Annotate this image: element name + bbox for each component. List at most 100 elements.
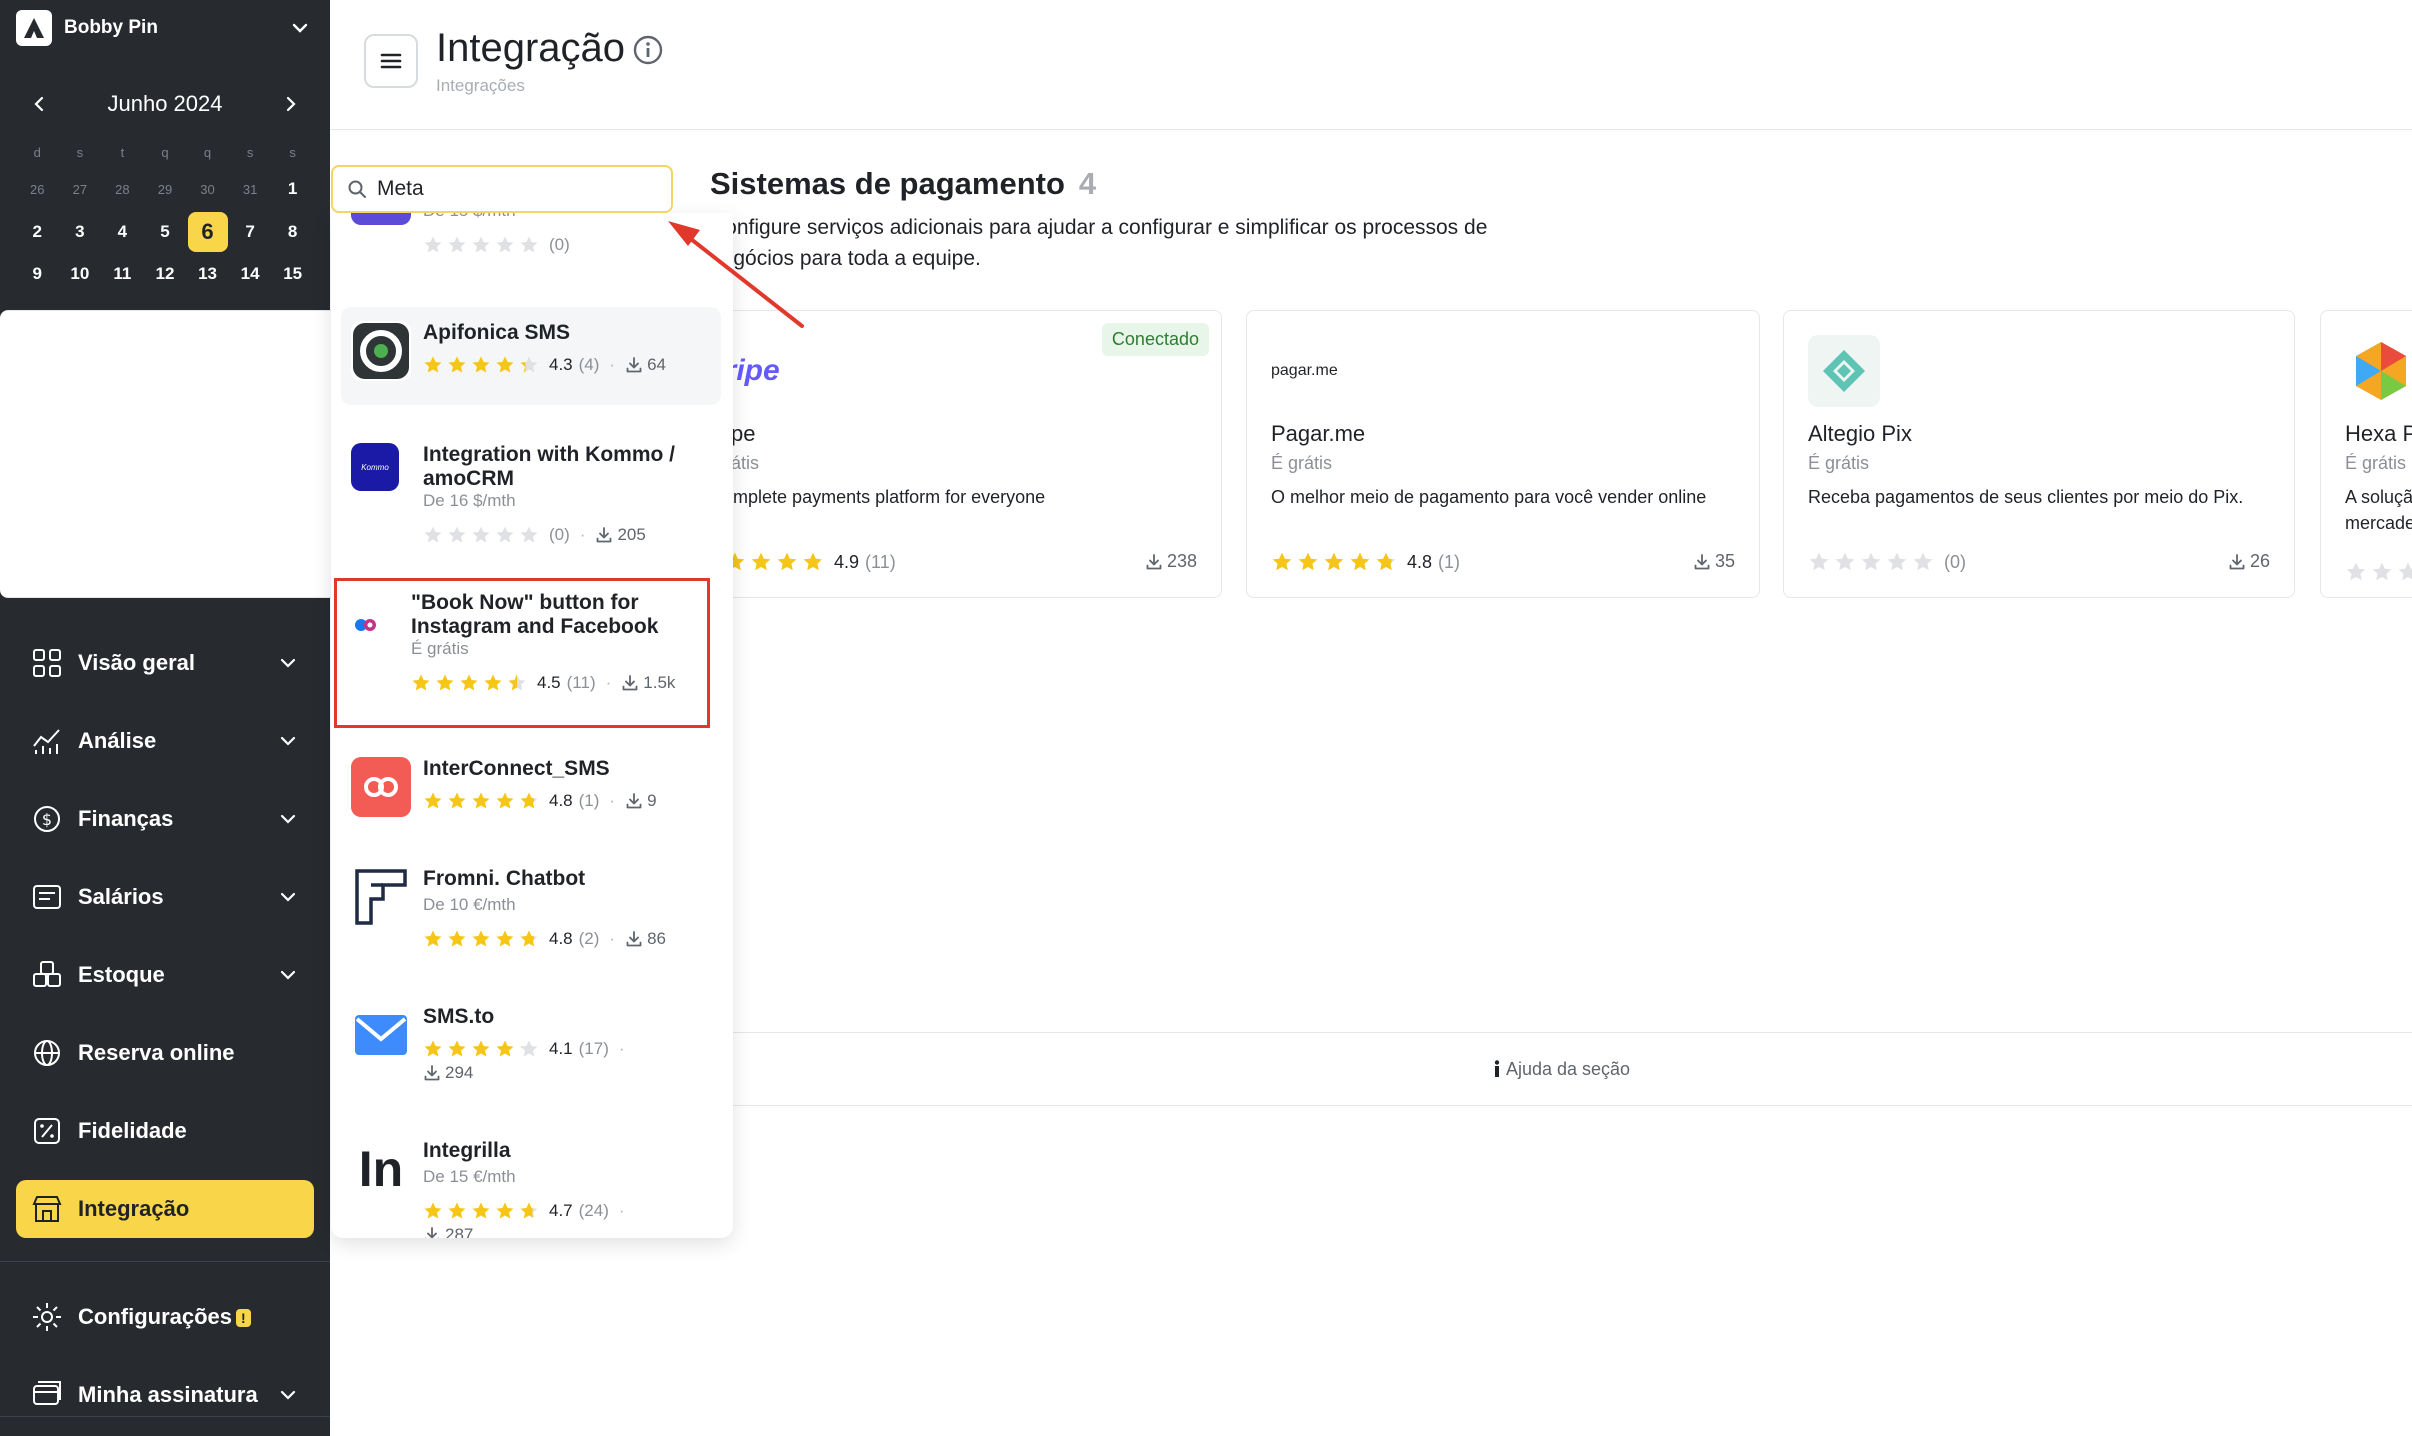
card-rating: (0) bbox=[1808, 551, 1966, 573]
rating-value: 4.3 bbox=[549, 355, 573, 374]
sidebar-item-globe[interactable]: Reserva online bbox=[16, 1024, 314, 1082]
calendar-day[interactable]: 3 bbox=[59, 222, 102, 242]
star-icon bbox=[508, 674, 526, 691]
sidebar-item-label: Reserva online bbox=[78, 1040, 235, 1065]
download-icon bbox=[1146, 553, 1162, 569]
calendar-day[interactable]: 8 bbox=[271, 222, 314, 242]
brand-switcher[interactable]: Bobby Pin bbox=[16, 10, 314, 46]
integration-card[interactable]: pagar.me Pagar.me É grátis O melhor meio de… bbox=[1246, 310, 1760, 598]
search-result-item[interactable]: "Book Now" button for Instagram and Face… bbox=[341, 577, 721, 717]
section-help-link[interactable]: Ajuda da seção bbox=[710, 1032, 2412, 1106]
breadcrumb: Integrações bbox=[436, 76, 525, 95]
card-price: É grátis bbox=[1808, 453, 1870, 473]
search-result-item[interactable]: Fromni. Chatbot De 10 €/mth 4.8 (2) · 86 bbox=[341, 853, 721, 973]
star-icon bbox=[496, 526, 514, 543]
search-result-item[interactable]: De 15 $/mth (0) bbox=[341, 213, 721, 313]
star-icon bbox=[472, 930, 490, 947]
star-icon bbox=[520, 356, 538, 373]
calendar-day[interactable]: 11 bbox=[101, 264, 144, 284]
svg-text:$: $ bbox=[42, 810, 52, 829]
star-icon bbox=[472, 1202, 490, 1219]
calendar-next-button[interactable] bbox=[270, 84, 310, 124]
calendar-day[interactable]: 5 bbox=[144, 222, 187, 242]
rating-value: 4.9 bbox=[834, 551, 860, 572]
sidebar-item-gear[interactable]: Configurações! bbox=[16, 1288, 314, 1346]
calendar-day[interactable]: 7 bbox=[229, 222, 272, 242]
calendar-day[interactable]: 12 bbox=[144, 264, 187, 284]
search-result-item[interactable]: SMS.to 4.1 (17) · 294 bbox=[341, 991, 721, 1111]
rating-count: (2) bbox=[578, 929, 600, 948]
rating-stars bbox=[2345, 561, 2412, 583]
search-result-item[interactable]: Kommo Integration with Kommo / amoCRM De 1… bbox=[341, 429, 721, 549]
star-icon bbox=[484, 674, 502, 691]
star-icon bbox=[496, 1202, 514, 1219]
calendar-day[interactable]: 15 bbox=[271, 264, 314, 284]
connected-badge: Conectado bbox=[1101, 323, 1209, 356]
apifonica-logo-icon bbox=[351, 321, 411, 381]
calendar-day-today[interactable]: 6 bbox=[186, 211, 229, 252]
page-header: Integração Integrações bbox=[330, 0, 2412, 130]
gear-icon bbox=[30, 1300, 64, 1334]
star-icon bbox=[472, 356, 490, 373]
result-name: "Book Now" button for Instagram and Face… bbox=[411, 591, 659, 638]
calendar-day[interactable]: 31 bbox=[229, 182, 272, 197]
sidebar-item-wallet[interactable]: Salários bbox=[16, 868, 314, 926]
result-price: De 16 $/mth bbox=[423, 491, 516, 510]
card-downloads: 26 bbox=[2228, 551, 2270, 572]
calendar-day[interactable]: 26 bbox=[16, 182, 59, 197]
sidebar-item-percent[interactable]: Fidelidade bbox=[16, 1102, 314, 1160]
calendar-day[interactable]: 13 bbox=[186, 264, 229, 284]
integration-card[interactable]: Hexa P É grátis A soluçã mercade bbox=[2320, 310, 2412, 598]
star-icon bbox=[472, 792, 490, 809]
chevron-right-icon bbox=[286, 96, 296, 112]
search-box[interactable] bbox=[331, 165, 673, 213]
star-icon bbox=[424, 792, 442, 809]
result-rating: 4.8 (2) · 86 bbox=[423, 929, 666, 949]
calendar-prev-button[interactable] bbox=[20, 84, 60, 124]
sidebar-item-boxes[interactable]: Estoque bbox=[16, 946, 314, 1004]
calendar-dow: s bbox=[76, 144, 84, 160]
rating-count: (0) bbox=[549, 235, 570, 254]
integration-card[interactable]: Altegio Pix É grátis Receba pagamentos de … bbox=[1783, 310, 2295, 598]
download-icon bbox=[424, 1065, 440, 1081]
sidebar-item-store[interactable]: Integração bbox=[16, 1180, 314, 1238]
download-icon bbox=[626, 793, 642, 809]
calendar-dow: t bbox=[120, 144, 125, 160]
calendar-day[interactable]: 14 bbox=[229, 264, 272, 284]
search-result-item[interactable]: In Integrilla De 15 €/mth 4.7 (24) · 287 bbox=[341, 1125, 721, 1238]
result-downloads: 287 bbox=[423, 1225, 473, 1238]
calendar-day[interactable]: 1 bbox=[271, 179, 314, 199]
download-icon bbox=[424, 1227, 440, 1238]
sidebar-item-chart[interactable]: Análise bbox=[16, 712, 314, 770]
result-rating: 4.8 (1) · 9 bbox=[423, 791, 657, 811]
sidebar-divider bbox=[0, 1261, 330, 1262]
card-name: Pagar.me bbox=[1271, 421, 1366, 446]
result-downloads: 64 bbox=[625, 355, 666, 375]
info-icon[interactable] bbox=[632, 34, 664, 66]
calendar-day[interactable]: 10 bbox=[59, 264, 102, 284]
result-rating: 4.1 (17) · bbox=[423, 1039, 635, 1059]
search-result-item[interactable]: Apifonica SMS 4.3 (4) · 64 bbox=[341, 307, 721, 405]
calendar-day[interactable]: 9 bbox=[16, 264, 59, 284]
star-icon bbox=[520, 1040, 538, 1057]
menu-button[interactable] bbox=[364, 34, 418, 88]
search-result-item[interactable]: InterConnect_SMS 4.8 (1) · 9 bbox=[341, 743, 721, 863]
star-icon bbox=[472, 236, 490, 253]
calendar-day[interactable]: 28 bbox=[101, 182, 144, 197]
calendar-dow: q bbox=[161, 144, 169, 160]
calendar-day[interactable]: 4 bbox=[101, 222, 144, 242]
sidebar-item-grid[interactable]: Visão geral bbox=[16, 634, 314, 692]
search-input[interactable] bbox=[377, 177, 647, 201]
star-icon bbox=[1376, 552, 1396, 571]
calendar-day[interactable]: 2 bbox=[16, 222, 59, 242]
chevron-down-icon bbox=[276, 651, 300, 675]
calendar-day[interactable]: 30 bbox=[186, 182, 229, 197]
star-icon bbox=[751, 552, 771, 571]
star-icon bbox=[520, 236, 538, 253]
brand-logo-icon bbox=[16, 10, 52, 46]
calendar-day[interactable]: 27 bbox=[59, 182, 102, 197]
calendar-day[interactable]: 29 bbox=[144, 182, 187, 197]
sidebar-item-coin[interactable]: $ Finanças bbox=[16, 790, 314, 848]
result-downloads: 294 bbox=[423, 1063, 473, 1083]
card-description-2: mercade bbox=[2345, 513, 2412, 533]
